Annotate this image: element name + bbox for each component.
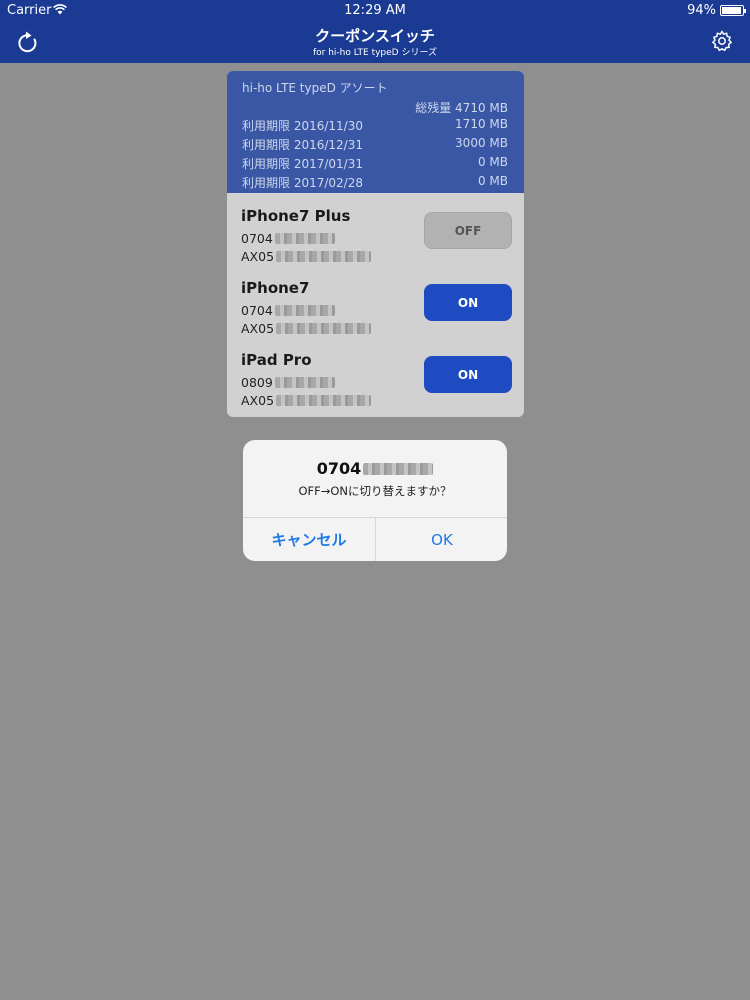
coupon-toggle-button[interactable]: OFF <box>424 212 512 249</box>
redacted-text <box>276 251 372 262</box>
device-name: iPhone7 <box>241 279 310 297</box>
period-amount: 1710 MB <box>455 117 508 131</box>
plan-name: hi-ho LTE typeD アソート <box>242 81 388 95</box>
app-title: クーポンスイッチ <box>315 27 435 45</box>
device-name: iPad Pro <box>241 351 312 369</box>
period-label: 利用期限 2017/02/28 <box>242 176 363 190</box>
period-row: 利用期限 2017/02/28 0 MB <box>242 174 508 192</box>
period-label: 利用期限 2017/01/31 <box>242 157 363 171</box>
period-label: 利用期限 2016/12/31 <box>242 138 363 152</box>
phone-number: 0809 <box>241 375 335 390</box>
phone-number: 0704 <box>241 231 335 246</box>
period-row: 利用期限 2016/11/30 1710 MB <box>242 117 508 135</box>
period-amount: 0 MB <box>477 155 508 169</box>
status-bar: Carrier 12:29 AM 94% <box>0 0 750 21</box>
coupon-toggle-button[interactable]: ON <box>424 356 512 393</box>
sim-id: AX05 <box>241 249 372 264</box>
ok-button[interactable]: OK <box>376 518 507 561</box>
confirm-dialog: 0704 OFF→ONに切り替えますか？ キャンセル OK <box>243 440 507 561</box>
device-row: iPad Pro 0809 AX05 ON <box>227 341 524 413</box>
battery-icon <box>720 5 746 16</box>
coupon-toggle-button[interactable]: ON <box>424 284 512 321</box>
plan-summary: hi-ho LTE typeD アソート 総残量 4710 MB 利用期限 20… <box>227 71 524 193</box>
battery-tip <box>744 9 746 13</box>
navigation-bar: クーポンスイッチ for hi-ho LTE typeD シリーズ <box>0 21 750 63</box>
coupon-card: hi-ho LTE typeD アソート 総残量 4710 MB 利用期限 20… <box>227 71 524 417</box>
gear-icon[interactable] <box>710 29 734 53</box>
period-amount: 0 MB <box>477 174 508 188</box>
device-name: iPhone7 Plus <box>241 207 351 225</box>
period-label: 利用期限 2016/11/30 <box>242 119 363 133</box>
device-row: iPhone7 0704 AX05 ON <box>227 269 524 341</box>
period-amount: 3000 MB <box>455 136 508 150</box>
redacted-text <box>276 323 372 334</box>
redacted-text <box>274 305 335 316</box>
dialog-message: OFF→ONに切り替えますか？ <box>298 484 452 498</box>
battery-percent: 94% <box>687 3 716 18</box>
sim-id: AX05 <box>241 321 372 336</box>
period-row: 利用期限 2016/12/31 3000 MB <box>242 136 508 154</box>
sim-id: AX05 <box>241 393 372 408</box>
dialog-title: 0704 <box>243 459 507 478</box>
redacted-text <box>274 377 335 388</box>
phone-number: 0704 <box>241 303 335 318</box>
redacted-text <box>276 395 372 406</box>
total-remaining: 総残量 4710 MB <box>415 101 508 115</box>
redacted-text <box>274 233 335 244</box>
battery-fill <box>722 7 741 14</box>
redacted-text <box>363 463 434 475</box>
device-row: iPhone7 Plus 0704 AX05 OFF <box>227 197 524 269</box>
clock: 12:29 AM <box>344 3 406 18</box>
app-subtitle: for hi-ho LTE typeD シリーズ <box>312 48 438 58</box>
cancel-button[interactable]: キャンセル <box>243 518 375 561</box>
period-row: 利用期限 2017/01/31 0 MB <box>242 155 508 173</box>
